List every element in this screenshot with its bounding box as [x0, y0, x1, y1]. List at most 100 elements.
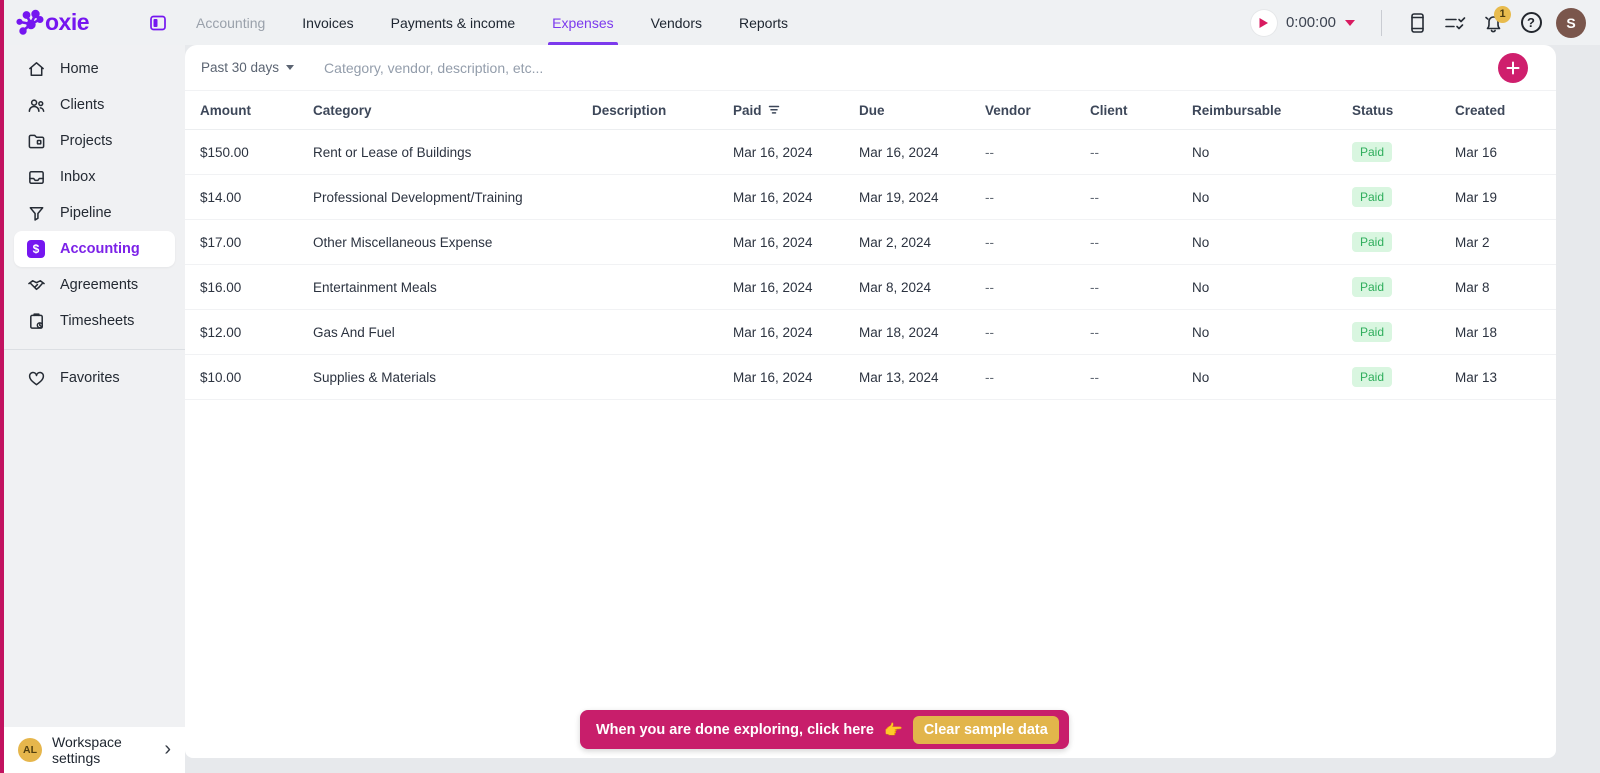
cell-paid: Mar 16, 2024 [733, 324, 813, 340]
col-vendor[interactable]: Vendor [985, 103, 1090, 118]
cell-reimbursable: No [1192, 369, 1210, 385]
expense-row[interactable]: $16.00 Entertainment Meals Mar 16, 2024 … [185, 265, 1556, 310]
cell-due: Mar 19, 2024 [859, 189, 939, 205]
cell-created: Mar 2 [1455, 234, 1490, 250]
sidebar-item-clients[interactable]: Clients [14, 87, 175, 123]
cell-client: -- [1090, 324, 1099, 340]
sidebar-collapse-icon[interactable] [148, 13, 168, 33]
timer-dropdown-caret[interactable] [1345, 19, 1355, 26]
sidebar-item-projects[interactable]: Projects [14, 123, 175, 159]
sidebar-item-home[interactable]: Home [14, 51, 175, 87]
cell-due: Mar 2, 2024 [859, 234, 932, 250]
notifications-bell-icon[interactable]: 1 [1474, 4, 1512, 42]
date-range-select[interactable]: Past 30 days [201, 60, 295, 75]
question-mark-icon: ? [1520, 12, 1542, 33]
workspace-avatar: AL [18, 738, 42, 762]
cell-reimbursable: No [1192, 234, 1210, 250]
col-created[interactable]: Created [1455, 103, 1556, 118]
pointing-right-emoji: 👉 [884, 721, 903, 739]
status-badge: Paid [1352, 277, 1393, 297]
notification-badge: 1 [1494, 5, 1511, 23]
expense-row[interactable]: $10.00 Supplies & Materials Mar 16, 2024… [185, 355, 1556, 400]
moxie-logo[interactable]: oxie [4, 8, 144, 38]
date-range-value: Past 30 days [201, 60, 280, 75]
col-description[interactable]: Description [592, 103, 733, 118]
cell-amount: $10.00 [200, 369, 242, 385]
home-icon [26, 59, 46, 79]
expense-row[interactable]: $150.00 Rent or Lease of Buildings Mar 1… [185, 130, 1556, 175]
cell-reimbursable: No [1192, 324, 1210, 340]
cell-status: Paid [1352, 142, 1455, 162]
inbox-icon [26, 167, 46, 187]
filter-bar: Past 30 days [185, 45, 1556, 90]
top-bar: oxie Accounting Invoices Payments & inco… [4, 0, 1600, 45]
col-amount[interactable]: Amount [200, 103, 313, 118]
cell-vendor: -- [985, 369, 994, 385]
cell-due: Mar 13, 2024 [859, 369, 939, 385]
expense-row[interactable]: $12.00 Gas And Fuel Mar 16, 2024 Mar 18,… [185, 310, 1556, 355]
cell-due: Mar 8, 2024 [859, 279, 932, 295]
cell-created: Mar 18 [1455, 324, 1498, 340]
col-client[interactable]: Client [1090, 103, 1192, 118]
cell-paid: Mar 16, 2024 [733, 369, 813, 385]
sidebar-item-favorites[interactable]: Favorites [14, 360, 175, 396]
expense-row[interactable]: $17.00 Other Miscellaneous Expense Mar 1… [185, 220, 1556, 265]
mobile-app-icon[interactable] [1398, 4, 1436, 42]
expenses-panel: Past 30 days Amount Category Description… [185, 45, 1556, 758]
sidebar-item-pipeline[interactable]: Pipeline [14, 195, 175, 231]
table-header: Amount Category Description Paid Due Ven… [185, 90, 1556, 130]
tab-vendors[interactable]: Vendors [651, 0, 702, 45]
cell-category: Professional Development/Training [313, 189, 523, 205]
cell-category: Entertainment Meals [313, 279, 437, 295]
tab-payments-income[interactable]: Payments & income [391, 0, 516, 45]
cell-reimbursable: No [1192, 189, 1210, 205]
sidebar-item-label: Projects [60, 133, 113, 149]
sidebar-item-inbox[interactable]: Inbox [14, 159, 175, 195]
sidebar-item-agreements[interactable]: Agreements [14, 267, 175, 303]
status-badge: Paid [1352, 142, 1393, 162]
col-paid[interactable]: Paid [733, 103, 859, 118]
funnel-icon [26, 203, 46, 223]
expense-row[interactable]: $14.00 Professional Development/Training… [185, 175, 1556, 220]
help-icon[interactable]: ? [1512, 4, 1550, 42]
folder-icon [26, 131, 46, 151]
cell-client: -- [1090, 279, 1099, 295]
user-avatar[interactable]: S [1556, 7, 1586, 38]
cell-vendor: -- [985, 234, 994, 250]
tab-accounting[interactable]: Accounting [196, 0, 265, 45]
cell-client: -- [1090, 234, 1099, 250]
sidebar-divider [4, 349, 185, 350]
sidebar-item-accounting[interactable]: $ Accounting [14, 231, 175, 267]
col-category[interactable]: Category [313, 103, 592, 118]
sidebar-item-timesheets[interactable]: Timesheets [14, 303, 175, 339]
col-due[interactable]: Due [859, 103, 985, 118]
sidebar-item-label: Pipeline [60, 205, 112, 221]
col-reimbursable[interactable]: Reimbursable [1192, 103, 1352, 118]
workspace-settings[interactable]: AL Workspace settings › [4, 727, 185, 773]
accounting-icon: $ [26, 239, 46, 259]
clear-sample-data-button[interactable]: Clear sample data [912, 715, 1059, 744]
cell-vendor: -- [985, 324, 994, 340]
moxie-splat-icon [16, 8, 46, 38]
tab-expenses[interactable]: Expenses [548, 0, 619, 45]
timer-play-button[interactable] [1250, 9, 1277, 36]
tab-reports[interactable]: Reports [739, 0, 788, 45]
cell-status: Paid [1352, 232, 1455, 252]
cell-amount: $14.00 [200, 189, 242, 205]
sidebar: Home Clients Projects Inbox Pipeline $ A… [4, 45, 185, 727]
cell-vendor: -- [985, 144, 994, 160]
col-status[interactable]: Status [1352, 103, 1455, 118]
cell-amount: $17.00 [200, 234, 242, 250]
expense-search-input[interactable] [324, 59, 1540, 76]
cell-vendor: -- [985, 279, 994, 295]
cell-paid: Mar 16, 2024 [733, 144, 813, 160]
tab-invoices[interactable]: Invoices [302, 0, 353, 45]
timesheet-clipboard-icon [26, 311, 46, 331]
add-expense-button[interactable] [1498, 53, 1528, 83]
cell-status: Paid [1352, 277, 1455, 297]
cell-category: Gas And Fuel [313, 324, 395, 340]
cell-created: Mar 16 [1455, 144, 1498, 160]
brand-edge-stripe [0, 0, 4, 773]
tasks-checklist-icon[interactable] [1436, 4, 1474, 42]
cell-amount: $150.00 [200, 144, 249, 160]
